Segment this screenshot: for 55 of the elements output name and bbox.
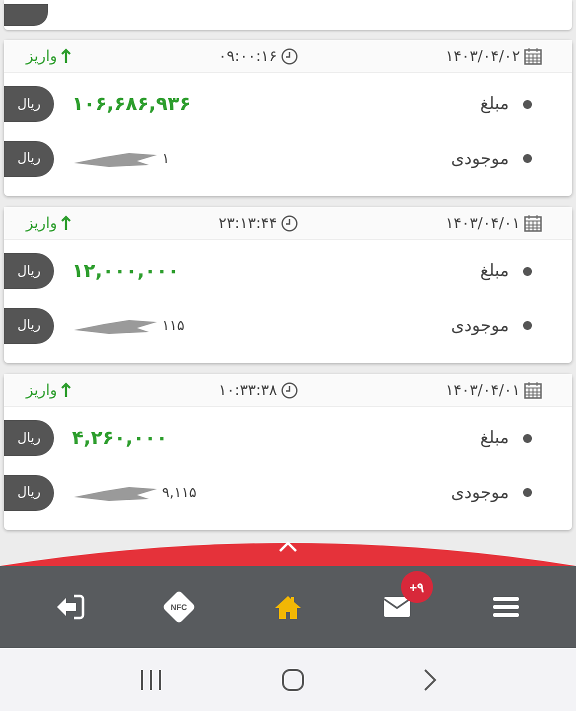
amount-label: مبلغ bbox=[480, 94, 509, 114]
currency-pill: ریال bbox=[4, 253, 54, 290]
up-arrow-icon bbox=[61, 382, 72, 398]
balance-label: موجودی bbox=[450, 482, 509, 503]
nfc-icon: NFC bbox=[162, 590, 196, 624]
transaction-date: ۱۴۰۳/۰۴/۰۱ bbox=[445, 214, 520, 232]
notification-badge: +۹ bbox=[400, 571, 433, 603]
balance-value: ۱ bbox=[162, 150, 170, 167]
clock-icon bbox=[281, 382, 298, 398]
currency-pill: ریال bbox=[4, 140, 54, 177]
chevron-up-icon[interactable] bbox=[277, 540, 299, 554]
logout-icon bbox=[55, 594, 86, 620]
clock-icon bbox=[281, 214, 298, 232]
currency-pill bbox=[4, 4, 48, 26]
back-chevron-icon[interactable] bbox=[423, 668, 437, 692]
menu-icon bbox=[492, 596, 519, 618]
nfc-nav-button[interactable]: NFC bbox=[141, 569, 218, 645]
up-arrow-icon bbox=[61, 215, 72, 231]
balance-value: ۹,۱۱۵ bbox=[162, 484, 197, 501]
transaction-time: ۰۹:۰۰:۱۶ bbox=[218, 47, 277, 65]
transaction-time: ۲۳:۱۳:۴۴ bbox=[218, 214, 277, 232]
home-button-icon[interactable] bbox=[281, 668, 305, 692]
bullet-icon bbox=[523, 266, 532, 276]
amount-value: ۴,۲۶۰,۰۰۰ bbox=[72, 427, 168, 450]
amount-value: ۱۲,۰۰۰,۰۰۰ bbox=[72, 260, 180, 282]
transaction-time: ۱۰:۳۳:۳۸ bbox=[218, 381, 277, 399]
amount-label: مبلغ bbox=[480, 428, 509, 448]
bullet-icon bbox=[523, 321, 532, 330]
balance-value: ۱۱۵ bbox=[162, 318, 185, 334]
currency-pill: ریال bbox=[4, 86, 54, 122]
recent-apps-icon[interactable] bbox=[139, 668, 163, 690]
balance-label: موجودی bbox=[450, 316, 509, 336]
transaction-type: واریز bbox=[26, 381, 58, 399]
amount-label: مبلغ bbox=[480, 261, 509, 282]
currency-pill: ریال bbox=[4, 474, 54, 511]
mail-icon bbox=[382, 596, 411, 618]
amount-value: ۱۰۶,۶۸۶,۹۳۶ bbox=[72, 93, 191, 116]
bullet-icon bbox=[523, 434, 532, 443]
bullet-icon bbox=[523, 154, 532, 164]
up-arrow-icon bbox=[61, 48, 72, 64]
calendar-icon bbox=[524, 214, 542, 232]
clock-icon bbox=[281, 48, 298, 64]
transaction-type: واریز bbox=[26, 47, 58, 65]
bullet-icon bbox=[523, 100, 532, 109]
currency-pill: ریال bbox=[4, 420, 54, 456]
calendar-icon bbox=[524, 47, 542, 65]
mail-nav-button[interactable]: +۹ bbox=[358, 569, 435, 645]
home-icon bbox=[274, 594, 302, 620]
balance-label: موجودی bbox=[450, 148, 509, 169]
transaction-date: ۱۴۰۳/۰۴/۰۱ bbox=[445, 381, 520, 399]
currency-pill: ریال bbox=[4, 308, 54, 344]
transaction-date: ۱۴۰۳/۰۴/۰۲ bbox=[445, 47, 520, 65]
transaction-type: واریز bbox=[26, 214, 58, 232]
calendar-icon bbox=[524, 381, 542, 399]
bullet-icon bbox=[523, 488, 532, 498]
